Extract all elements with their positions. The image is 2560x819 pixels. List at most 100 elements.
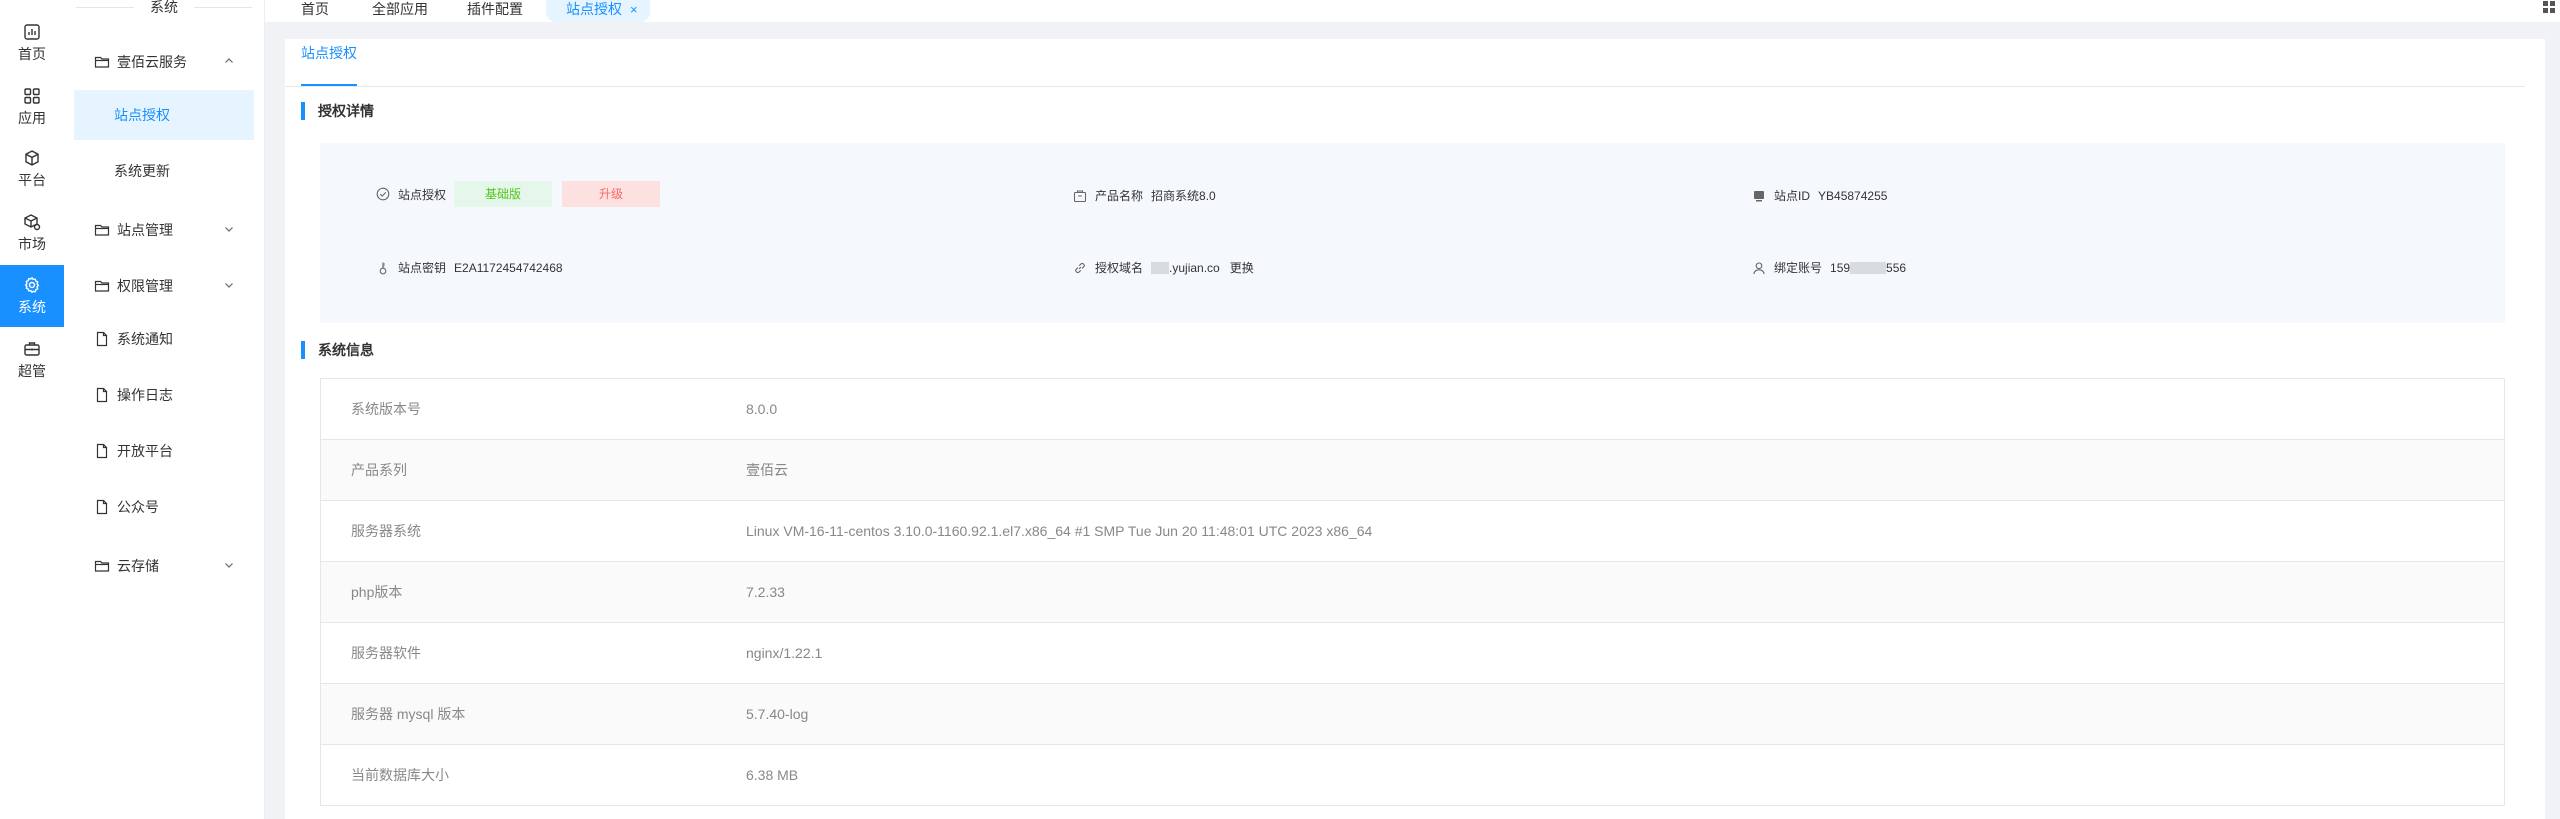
submenu-item-site-auth[interactable]: 站点授权 — [74, 90, 254, 140]
field-label: 授权域名 — [1095, 261, 1144, 275]
chevron-down-icon — [222, 558, 236, 572]
rail-item-platform[interactable]: 平台 — [0, 146, 64, 192]
section-title-auth: 授权详情 — [301, 102, 374, 120]
tab-label: 站点授权 — [566, 1, 622, 17]
row-value: 7.2.33 — [746, 584, 785, 600]
close-icon[interactable]: × — [630, 2, 638, 17]
row-key: 服务器 mysql 版本 — [351, 706, 466, 722]
field-label: 站点授权 — [398, 187, 447, 202]
submenu-header: 系统 — [74, 0, 254, 14]
tab-plugin-config[interactable]: 插件配置 — [467, 0, 523, 22]
row-value: nginx/1.22.1 — [746, 645, 823, 661]
rail-item-superadmin[interactable]: 超管 — [0, 337, 64, 383]
field-account: 绑定账号 159 556 — [1752, 259, 1906, 276]
link-icon — [1073, 261, 1087, 275]
edition-badge: 基础版 — [454, 181, 553, 207]
market-icon — [24, 213, 41, 230]
rail-item-home[interactable]: 首页 — [0, 20, 64, 66]
submenu-item-label: 系统通知 — [117, 331, 173, 347]
upgrade-button[interactable]: 升级 — [562, 181, 661, 207]
field-value: 556 — [1886, 260, 1907, 275]
table-row: 服务器软件 nginx/1.22.1 — [321, 623, 2504, 684]
tab-all-apps[interactable]: 全部应用 — [372, 0, 428, 22]
submenu-group-yibaiyun[interactable]: 壹佰云服务 — [74, 37, 254, 87]
row-key: 服务器软件 — [351, 645, 421, 661]
product-icon — [1073, 189, 1087, 203]
icon-rail: 首页 应用 平台 市场 系统 超管 — [0, 0, 65, 819]
folder-icon — [94, 222, 110, 238]
section-title-sysinfo: 系统信息 — [301, 341, 374, 359]
rail-item-market[interactable]: 市场 — [0, 210, 64, 256]
submenu-group-permission[interactable]: 权限管理 — [74, 261, 254, 311]
field-value: YB45874255 — [1818, 188, 1888, 203]
gear-icon — [24, 276, 40, 293]
redacted-block — [1850, 261, 1887, 274]
table-row: 服务器系统 Linux VM-16-11-centos 3.10.0-1160.9… — [321, 501, 2504, 562]
submenu-item-notify[interactable]: 系统通知 — [74, 314, 254, 364]
row-value: Linux VM-16-11-centos 3.10.0-1160.92.1.e… — [746, 523, 1373, 539]
redacted-block — [1151, 261, 1170, 274]
server-icon — [1752, 189, 1766, 203]
rail-label: 超管 — [18, 362, 46, 379]
table-row: 服务器 mysql 版本 5.7.40-log — [321, 684, 2504, 745]
row-value: 8.0.0 — [746, 401, 778, 417]
field-value: E2A1172454742468 — [454, 260, 563, 275]
key-icon — [376, 261, 390, 275]
chevron-down-icon — [222, 278, 236, 292]
tab-site-auth[interactable]: 站点授权 × — [546, 0, 650, 22]
tab-home[interactable]: 首页 — [301, 0, 329, 22]
submenu-group-label: 站点管理 — [117, 222, 173, 238]
tab-bar: 首页 全部应用 插件配置 站点授权 × — [265, 0, 2560, 22]
submenu-group-label: 壹佰云服务 — [117, 54, 187, 70]
rail-label: 应用 — [18, 109, 46, 126]
row-key: php版本 — [351, 584, 403, 600]
submenu-item-label: 操作日志 — [117, 387, 173, 403]
grid-menu-icon[interactable] — [2542, 0, 2556, 14]
submenu-item-op-log[interactable]: 操作日志 — [74, 370, 254, 420]
rail-item-system[interactable]: 系统 — [0, 265, 64, 327]
submenu-item-label: 公众号 — [117, 499, 159, 515]
row-key: 产品系列 — [351, 462, 407, 478]
submenu-item-open-platform[interactable]: 开放平台 — [74, 426, 254, 476]
submenu-group-cloud-storage[interactable]: 云存储 — [74, 541, 254, 591]
file-icon — [94, 331, 110, 347]
dashboard-icon — [24, 23, 40, 40]
field-value: .yujian.co — [1169, 260, 1220, 275]
row-value: 壹佰云 — [746, 462, 788, 478]
rail-item-apps[interactable]: 应用 — [0, 84, 64, 130]
field-label: 绑定账号 — [1774, 261, 1823, 275]
folder-icon — [94, 54, 110, 70]
auth-details-panel: 站点授权 基础版 升级 产品名称 招商系统8.0 站点ID YB45874255… — [320, 143, 2505, 323]
chevron-down-icon — [222, 222, 236, 236]
field-domain: 授权域名 .yujian.co 更换 — [1073, 259, 1254, 276]
field-site-id: 站点ID YB45874255 — [1752, 187, 1887, 204]
subtab-site-auth[interactable]: 站点授权 — [301, 39, 357, 86]
rail-label: 系统 — [18, 298, 46, 315]
submenu-group-site-manage[interactable]: 站点管理 — [74, 205, 254, 255]
table-row: php版本 7.2.33 — [321, 562, 2504, 623]
file-icon — [94, 499, 110, 515]
chevron-up-icon — [222, 54, 236, 68]
field-product-name: 产品名称 招商系统8.0 — [1073, 187, 1216, 204]
system-info-table: 系统版本号 8.0.0 产品系列 壹佰云 服务器系统 Linux VM-16-11-c… — [320, 378, 2505, 806]
folder-icon — [94, 558, 110, 574]
submenu-group-label: 权限管理 — [117, 278, 173, 294]
row-value: 5.7.40-log — [746, 706, 809, 722]
field-site-auth: 站点授权 基础版 升级 — [376, 181, 670, 207]
row-key: 系统版本号 — [351, 401, 421, 417]
field-label: 产品名称 — [1095, 189, 1144, 203]
field-label: 站点密钥 — [398, 261, 447, 275]
table-row: 产品系列 壹佰云 — [321, 440, 2504, 501]
field-label: 站点ID — [1774, 189, 1811, 203]
row-key: 服务器系统 — [351, 523, 421, 539]
submenu-group-label: 云存储 — [117, 558, 159, 574]
change-domain-link[interactable]: 更换 — [1230, 259, 1254, 276]
submenu-item-label: 站点授权 — [114, 107, 170, 123]
submenu-item-wechat-mp[interactable]: 公众号 — [74, 482, 254, 532]
file-icon — [94, 443, 110, 459]
submenu-item-system-update[interactable]: 系统更新 — [74, 146, 254, 196]
apps-icon — [24, 87, 40, 104]
rail-label: 市场 — [18, 235, 46, 252]
rail-label: 首页 — [18, 45, 46, 62]
rail-label: 平台 — [18, 171, 46, 188]
